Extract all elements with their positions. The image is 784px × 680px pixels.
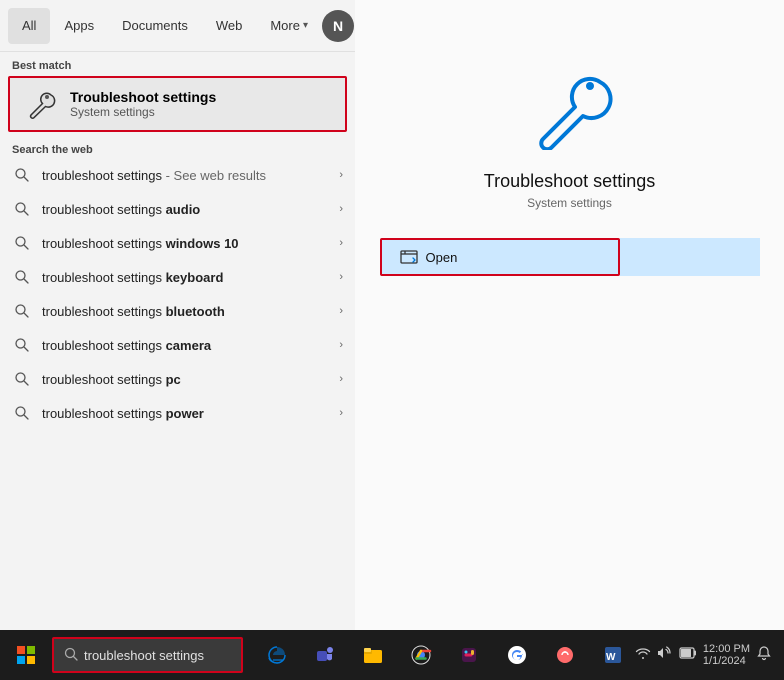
right-panel-icon bbox=[525, 60, 615, 155]
tab-apps[interactable]: Apps bbox=[50, 8, 108, 44]
search-item-text: troubleshoot settings power bbox=[42, 406, 329, 421]
open-icon bbox=[400, 250, 418, 264]
search-item-text: troubleshoot settings bluetooth bbox=[42, 304, 329, 319]
search-item-text: troubleshoot settings keyboard bbox=[42, 270, 329, 285]
wifi-icon[interactable] bbox=[635, 645, 651, 666]
chevron-down-icon: ▾ bbox=[303, 20, 308, 31]
search-icon bbox=[12, 335, 32, 355]
taskbar-search-icon bbox=[64, 647, 78, 664]
search-popup: All Apps Documents Web More ▾ N bbox=[0, 0, 784, 680]
tab-web[interactable]: Web bbox=[202, 8, 257, 44]
start-button[interactable] bbox=[4, 633, 48, 677]
best-match-title: Troubleshoot settings bbox=[70, 89, 216, 105]
chevron-right-icon: › bbox=[339, 203, 343, 215]
wsxdn-word-icon[interactable]: W bbox=[591, 633, 635, 677]
open-button-extension bbox=[620, 238, 760, 276]
search-item-text: troubleshoot settings windows 10 bbox=[42, 236, 329, 251]
right-panel: Troubleshoot settings System settings Op… bbox=[355, 0, 784, 630]
chrome-icon[interactable] bbox=[399, 633, 443, 677]
battery-icon[interactable] bbox=[679, 646, 697, 664]
chevron-right-icon: › bbox=[339, 373, 343, 385]
chevron-right-icon: › bbox=[339, 407, 343, 419]
search-icon bbox=[12, 301, 32, 321]
open-button-wrap: Open bbox=[380, 238, 760, 276]
open-button[interactable]: Open bbox=[380, 238, 620, 276]
volume-icon[interactable] bbox=[657, 645, 673, 666]
clock: 12:00 PM1/1/2024 bbox=[703, 643, 750, 667]
search-web-label: Search the web bbox=[0, 138, 355, 158]
taskbar-icons: W bbox=[255, 633, 635, 677]
edge-icon[interactable] bbox=[255, 633, 299, 677]
right-panel-title: Troubleshoot settings bbox=[484, 171, 655, 192]
list-item[interactable]: troubleshoot settings windows 10 › bbox=[0, 226, 355, 260]
paint-icon[interactable] bbox=[543, 633, 587, 677]
taskbar-search-box[interactable]: troubleshoot settings bbox=[52, 637, 243, 673]
list-item[interactable]: troubleshoot settings power › bbox=[0, 396, 355, 430]
tabs-bar: All Apps Documents Web More ▾ N bbox=[0, 0, 355, 52]
search-icon bbox=[12, 233, 32, 253]
best-match-subtitle: System settings bbox=[70, 105, 216, 119]
google-icon[interactable] bbox=[495, 633, 539, 677]
search-item-text: troubleshoot settings camera bbox=[42, 338, 329, 353]
right-panel-subtitle: System settings bbox=[527, 196, 612, 210]
search-icon bbox=[12, 403, 32, 423]
slack-icon[interactable] bbox=[447, 633, 491, 677]
chevron-right-icon: › bbox=[339, 305, 343, 317]
list-item[interactable]: troubleshoot settings - See web results … bbox=[0, 158, 355, 192]
best-match-text-block: Troubleshoot settings System settings bbox=[70, 89, 216, 119]
svg-text:W: W bbox=[606, 652, 616, 663]
chevron-right-icon: › bbox=[339, 169, 343, 181]
search-item-text: troubleshoot settings - See web results bbox=[42, 168, 329, 183]
chevron-right-icon: › bbox=[339, 339, 343, 351]
search-item-text: troubleshoot settings pc bbox=[42, 372, 329, 387]
chevron-right-icon: › bbox=[339, 271, 343, 283]
list-item[interactable]: troubleshoot settings keyboard › bbox=[0, 260, 355, 294]
wrench-icon bbox=[22, 86, 58, 122]
list-item[interactable]: troubleshoot settings bluetooth › bbox=[0, 294, 355, 328]
file-explorer-icon[interactable] bbox=[351, 633, 395, 677]
search-icon bbox=[12, 369, 32, 389]
notification-area: 12:00 PM1/1/2024 bbox=[635, 643, 780, 667]
teams-icon[interactable] bbox=[303, 633, 347, 677]
search-icon bbox=[12, 165, 32, 185]
chevron-right-icon: › bbox=[339, 237, 343, 249]
taskbar-search-text: troubleshoot settings bbox=[84, 648, 204, 663]
tab-more[interactable]: More ▾ bbox=[256, 8, 322, 44]
search-icon bbox=[12, 267, 32, 287]
search-item-text: troubleshoot settings audio bbox=[42, 202, 329, 217]
left-panel: All Apps Documents Web More ▾ N bbox=[0, 0, 355, 630]
notifications-icon[interactable] bbox=[756, 645, 772, 666]
tab-all[interactable]: All bbox=[8, 8, 50, 44]
taskbar: troubleshoot settings bbox=[0, 630, 784, 680]
user-avatar[interactable]: N bbox=[322, 10, 354, 42]
tab-documents[interactable]: Documents bbox=[108, 8, 202, 44]
list-item[interactable]: troubleshoot settings pc › bbox=[0, 362, 355, 396]
list-item[interactable]: troubleshoot settings camera › bbox=[0, 328, 355, 362]
search-icon bbox=[12, 199, 32, 219]
best-match-label: Best match bbox=[0, 52, 355, 76]
best-match-item[interactable]: Troubleshoot settings System settings bbox=[8, 76, 347, 132]
list-item[interactable]: troubleshoot settings audio › bbox=[0, 192, 355, 226]
windows-logo-icon bbox=[16, 645, 36, 665]
